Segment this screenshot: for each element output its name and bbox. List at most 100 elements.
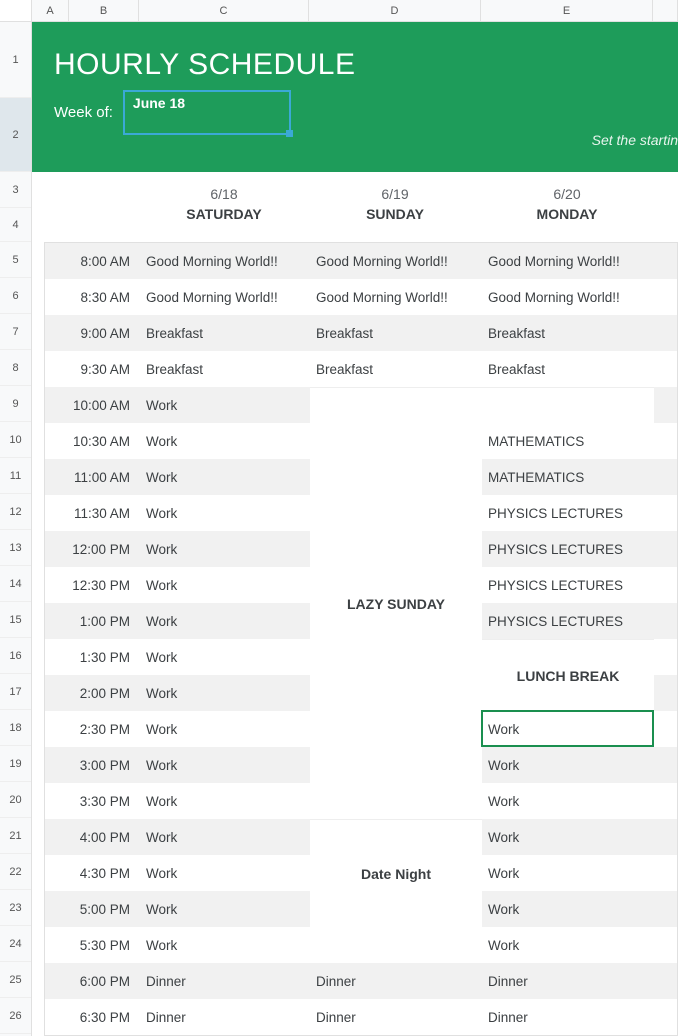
col-header[interactable]: E	[481, 0, 653, 21]
row-header[interactable]: 17	[0, 674, 31, 710]
time-cell[interactable]: 12:00 PM	[45, 531, 140, 567]
time-cell[interactable]: 9:30 AM	[45, 351, 140, 387]
schedule-cell[interactable]: Good Morning World!!	[140, 279, 310, 315]
schedule-cell[interactable]: Breakfast	[310, 315, 482, 351]
row-header[interactable]: 16	[0, 638, 31, 674]
row-header[interactable]: 25	[0, 962, 31, 998]
row-header[interactable]: 11	[0, 458, 31, 494]
schedule-cell[interactable]: Breakfast	[140, 351, 310, 387]
time-cell[interactable]: 2:00 PM	[45, 675, 140, 711]
col-header[interactable]: D	[309, 0, 481, 21]
schedule-cell[interactable]: Good Morning World!!	[482, 243, 654, 279]
schedule-cell[interactable]: Breakfast	[482, 315, 654, 351]
row-header[interactable]: 20	[0, 782, 31, 818]
time-cell[interactable]: 8:00 AM	[45, 243, 140, 279]
schedule-cell[interactable]: Work	[140, 711, 310, 747]
schedule-cell[interactable]: PHYSICS LECTURES	[482, 495, 654, 531]
time-cell[interactable]: 6:30 PM	[45, 999, 140, 1035]
row-header[interactable]: 5	[0, 242, 31, 278]
time-cell[interactable]: 9:00 AM	[45, 315, 140, 351]
row-header[interactable]: 14	[0, 566, 31, 602]
schedule-cell[interactable]: Work	[482, 711, 654, 747]
schedule-cell[interactable]: PHYSICS LECTURES	[482, 531, 654, 567]
time-cell[interactable]: 10:30 AM	[45, 423, 140, 459]
schedule-cell[interactable]: Dinner	[482, 999, 654, 1035]
week-of-cell[interactable]: June 18	[123, 90, 291, 135]
col-header[interactable]	[653, 0, 678, 21]
schedule-cell[interactable]: Dinner	[310, 963, 482, 999]
schedule-cell[interactable]: Work	[140, 747, 310, 783]
row-header[interactable]: 8	[0, 350, 31, 386]
time-cell[interactable]: 11:30 AM	[45, 495, 140, 531]
merged-lunch-break[interactable]: LUNCH BREAK	[482, 639, 654, 711]
time-cell[interactable]: 2:30 PM	[45, 711, 140, 747]
schedule-cell[interactable]: Work	[482, 891, 654, 927]
schedule-cell[interactable]: Breakfast	[310, 351, 482, 387]
schedule-cell[interactable]: Work	[140, 675, 310, 711]
row-header[interactable]: 9	[0, 386, 31, 422]
row-header[interactable]: 26	[0, 998, 31, 1034]
time-cell[interactable]: 1:30 PM	[45, 639, 140, 675]
row-header[interactable]: 1	[0, 22, 31, 98]
schedule-cell[interactable]: Work	[482, 855, 654, 891]
schedule-cell[interactable]: Work	[482, 783, 654, 819]
schedule-cell[interactable]: Work	[482, 819, 654, 855]
schedule-cell[interactable]: Work	[140, 567, 310, 603]
schedule-cell[interactable]: Work	[140, 423, 310, 459]
time-cell[interactable]: 5:00 PM	[45, 891, 140, 927]
schedule-cell[interactable]: Work	[140, 855, 310, 891]
row-header[interactable]: 23	[0, 890, 31, 926]
merged-lazy-sunday[interactable]: LAZY SUNDAY	[310, 387, 482, 819]
row-header[interactable]: 21	[0, 818, 31, 854]
row-header[interactable]: 13	[0, 530, 31, 566]
time-cell[interactable]: 11:00 AM	[45, 459, 140, 495]
schedule-cell[interactable]: Work	[482, 747, 654, 783]
schedule-cell[interactable]: MATHEMATICS	[482, 459, 654, 495]
time-cell[interactable]: 8:30 AM	[45, 279, 140, 315]
row-header[interactable]: 18	[0, 710, 31, 746]
schedule-cell[interactable]: Work	[140, 387, 310, 423]
row-header[interactable]: 12	[0, 494, 31, 530]
time-cell[interactable]: 3:30 PM	[45, 783, 140, 819]
time-cell[interactable]: 6:00 PM	[45, 963, 140, 999]
row-header[interactable]: 19	[0, 746, 31, 782]
time-cell[interactable]: 10:00 AM	[45, 387, 140, 423]
time-cell[interactable]: 5:30 PM	[45, 927, 140, 963]
time-cell[interactable]: 4:30 PM	[45, 855, 140, 891]
schedule-cell[interactable]: Breakfast	[482, 351, 654, 387]
schedule-cell[interactable]: Good Morning World!!	[310, 243, 482, 279]
row-header[interactable]: 22	[0, 854, 31, 890]
schedule-cell[interactable]: Good Morning World!!	[310, 279, 482, 315]
schedule-cell[interactable]: PHYSICS LECTURES	[482, 567, 654, 603]
schedule-cell[interactable]: Dinner	[140, 999, 310, 1035]
merged-monday-blank[interactable]	[482, 387, 654, 423]
col-header[interactable]: B	[69, 0, 139, 21]
time-cell[interactable]: 4:00 PM	[45, 819, 140, 855]
col-header[interactable]: C	[139, 0, 309, 21]
schedule-cell[interactable]: Breakfast	[140, 315, 310, 351]
merged-date-night[interactable]: Date Night	[310, 819, 482, 927]
schedule-cell[interactable]: Work	[482, 927, 654, 963]
row-header[interactable]: 15	[0, 602, 31, 638]
schedule-cell[interactable]: Good Morning World!!	[140, 243, 310, 279]
schedule-cell[interactable]: Work	[140, 531, 310, 567]
schedule-cell[interactable]: Work	[140, 495, 310, 531]
schedule-cell[interactable]: Good Morning World!!	[482, 279, 654, 315]
col-header[interactable]: A	[32, 0, 69, 21]
time-cell[interactable]: 3:00 PM	[45, 747, 140, 783]
time-cell[interactable]: 1:00 PM	[45, 603, 140, 639]
schedule-cell[interactable]: Work	[140, 927, 310, 963]
row-header[interactable]: 7	[0, 314, 31, 350]
schedule-cell[interactable]: Dinner	[310, 999, 482, 1035]
time-cell[interactable]: 12:30 PM	[45, 567, 140, 603]
schedule-cell[interactable]: Work	[140, 891, 310, 927]
row-header[interactable]: 3	[0, 172, 31, 208]
schedule-cell[interactable]: Dinner	[482, 963, 654, 999]
row-header[interactable]: 2	[0, 98, 31, 172]
row-header[interactable]: 6	[0, 278, 31, 314]
schedule-cell[interactable]: Work	[140, 603, 310, 639]
schedule-cell[interactable]: Work	[140, 783, 310, 819]
schedule-cell[interactable]: Dinner	[140, 963, 310, 999]
row-header[interactable]: 24	[0, 926, 31, 962]
schedule-cell[interactable]: Work	[140, 459, 310, 495]
